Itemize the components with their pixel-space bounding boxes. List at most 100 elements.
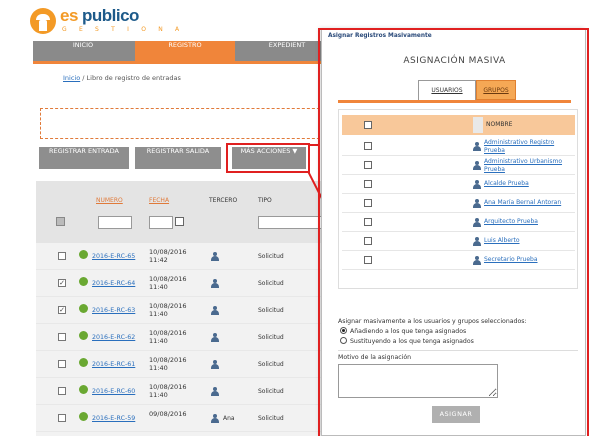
registrar-salida-button[interactable]: REGISTRAR SALIDA [135,147,221,169]
user-row[interactable]: Ana María Bernal Antoran [342,194,575,213]
fecha-filter-input[interactable] [149,216,173,229]
user-row[interactable]: Luis Alberto [342,232,575,251]
row-date: 10/08/2016 [149,248,187,256]
table-row[interactable]: 2016-E-RC-60 10/08/2016 11:40 Solicitud [36,378,336,405]
entry-icon [79,358,88,367]
nav-underline [33,61,333,64]
user-name-link[interactable]: Ana María Bernal Antoran [484,199,574,207]
row-tipo: Solicitud [258,361,284,368]
col-header-tipo: TIPO [258,197,272,204]
row-numero[interactable]: 2016-E-RC-64 [92,280,135,287]
table-row[interactable]: 2016-E-RC-62 10/08/2016 11:40 Solicitud [36,324,336,351]
row-checkbox[interactable] [58,333,66,341]
table-row[interactable]: ✓ 2016-E-RC-64 10/08/2016 11:40 Solicitud [36,270,336,297]
option-add-row[interactable]: Añadiendo a los que tenga asignados [340,327,466,335]
tab-inicio[interactable]: INICIO [33,41,133,61]
user-checkbox[interactable] [364,218,372,226]
mas-acciones-button[interactable]: MÁS ACCIONES ▼ [232,147,306,169]
user-name-link[interactable]: Administrativo Urbanismo Prueba [484,158,574,173]
row-checkbox[interactable] [58,252,66,260]
entry-icon [79,277,88,286]
user-name-link[interactable]: Alcalde Prueba [484,180,574,188]
option-replace-row[interactable]: Sustituyendo a los que tenga asignados [340,337,474,345]
person-icon [211,360,219,369]
row-time: 11:42 [149,256,168,264]
option-replace-label: Sustituyendo a los que tenga asignados [350,338,474,345]
callout-line-top [310,144,320,146]
add-filter-icon[interactable] [56,217,65,226]
user-checkbox[interactable] [364,142,372,150]
person-icon [211,333,219,342]
row-numero[interactable]: 2016-E-RC-63 [92,307,135,314]
row-fecha: 09/08/2016 [149,410,186,418]
tab-grupos[interactable]: GRUPOS [476,80,516,100]
row-time: 11:40 [149,310,168,318]
tab-usuarios[interactable]: USUARIOS [418,80,476,100]
user-checkbox[interactable] [364,199,372,207]
person-icon [473,256,481,265]
user-checkbox[interactable] [364,161,372,169]
option-add-label: Añadiendo a los que tenga asignados [350,328,467,335]
user-row[interactable]: Arquitecto Prueba [342,213,575,232]
user-checkbox[interactable] [364,237,372,245]
asignar-button[interactable]: ASIGNAR [432,406,480,423]
logo-subtitle: G E S T I O N A [62,26,185,33]
row-checkbox[interactable] [58,414,66,422]
user-row[interactable]: Alcalde Prueba [342,175,575,194]
breadcrumb-home-link[interactable]: Inicio [63,74,80,82]
table-row[interactable]: 2016-E-RC-61 10/08/2016 11:40 Solicitud [36,351,336,378]
sort-column [473,117,483,133]
user-row[interactable]: Administrativo Urbanismo Prueba [342,156,575,175]
row-fecha: 10/08/2016 11:40 [149,383,186,399]
user-row[interactable]: Secretario Prueba [342,251,575,270]
person-icon [473,218,481,227]
user-row[interactable]: Administrativo Registro Prueba [342,137,575,156]
breadcrumb: Inicio / Libro de registro de entradas [63,74,181,82]
col-header-numero[interactable]: NUMERO [96,197,123,204]
table-row[interactable]: 2016-E-RC-59 09/08/2016 Ana Solicitud [36,405,336,432]
row-fecha: 10/08/2016 11:40 [149,329,186,345]
person-icon [473,180,481,189]
person-icon [211,306,219,315]
radio-replace[interactable] [340,337,347,344]
breadcrumb-current: Libro de registro de entradas [86,74,181,82]
row-numero[interactable]: 2016-E-RC-60 [92,388,135,395]
asignacion-masiva-dialog: Asignar Registros Masivamente ASIGNACIÓN… [321,28,586,436]
row-checkbox[interactable] [58,360,66,368]
row-numero[interactable]: 2016-E-RC-65 [92,253,135,260]
table-row[interactable]: 2016-E-RC-65 10/08/2016 11:42 Solicitud [36,243,336,270]
person-icon [473,237,481,246]
numero-filter-input[interactable] [98,216,132,229]
user-checkbox[interactable] [364,256,372,264]
row-checkbox[interactable] [58,387,66,395]
row-numero[interactable]: 2016-E-RC-61 [92,361,135,368]
row-numero[interactable]: 2016-E-RC-62 [92,334,135,341]
calendar-icon[interactable] [175,217,184,226]
user-name-link[interactable]: Administrativo Registro Prueba [484,139,574,154]
table-row[interactable]: ✓ 2016-E-RC-63 10/08/2016 11:40 Solicitud [36,297,336,324]
registrar-entrada-button[interactable]: REGISTRAR ENTRADA [39,147,129,169]
col-header-fecha[interactable]: FECHA [149,197,169,204]
select-all-checkbox[interactable] [364,121,372,129]
user-name-link[interactable]: Arquitecto Prueba [484,218,574,226]
motivo-textarea[interactable] [338,364,498,398]
user-checkbox[interactable] [364,180,372,188]
tab-registro[interactable]: REGISTRO [135,41,235,61]
entry-icon [79,412,88,421]
row-numero[interactable]: 2016-E-RC-59 [92,415,135,422]
row-date: 10/08/2016 [149,356,187,364]
row-checkbox-checked[interactable]: ✓ [58,279,66,287]
row-tipo: Solicitud [258,280,284,287]
radio-add[interactable] [340,327,347,334]
row-date: 09/08/2016 [149,410,187,418]
user-name-link[interactable]: Luis Alberto [484,237,574,245]
row-checkbox-checked[interactable]: ✓ [58,306,66,314]
row-tercero: Ana [223,415,235,422]
person-icon [473,199,481,208]
registry-table: NUMERO FECHA TERCERO TIPO 2016-E-RC-65 1… [36,181,336,436]
user-name-link[interactable]: Secretario Prueba [484,256,574,264]
entry-icon [79,331,88,340]
row-tipo: Solicitud [258,334,284,341]
row-time: 11:40 [149,337,168,345]
row-tipo: Solicitud [258,415,284,422]
